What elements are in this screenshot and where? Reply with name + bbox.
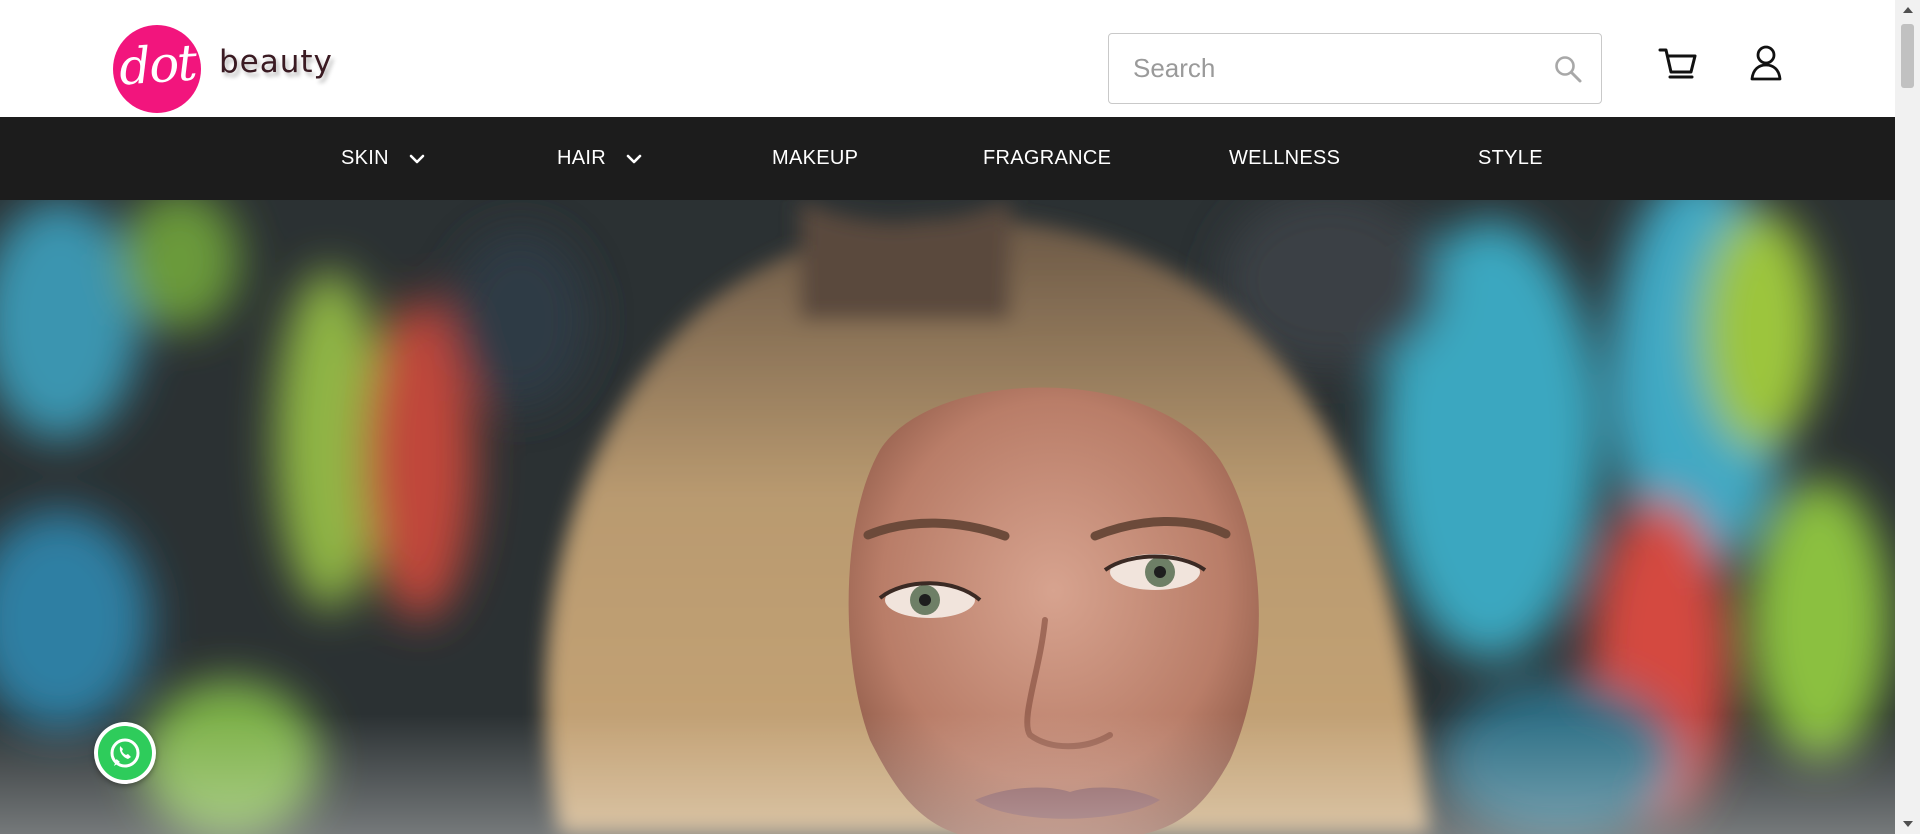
- nav-item-label: MAKEUP: [772, 147, 859, 169]
- nav-item-wellness[interactable]: WELLNESS: [1229, 117, 1340, 200]
- logo-mark[interactable]: dot: [113, 25, 201, 113]
- search-bar: [1108, 33, 1602, 104]
- nav-item-label: WELLNESS: [1229, 147, 1341, 169]
- scroll-up-arrow[interactable]: [1895, 0, 1920, 20]
- nav-item-skin[interactable]: SKIN: [341, 117, 425, 200]
- nav-item-style[interactable]: STYLE: [1478, 117, 1543, 200]
- nav-item-fragrance[interactable]: FRAGRANCE: [983, 117, 1111, 200]
- nav-item-label: FRAGRANCE: [983, 147, 1112, 169]
- scroll-thumb[interactable]: [1901, 24, 1914, 88]
- main-nav: SKIN HAIR MAKEUP FRAGRANCE WELLNESS STYL…: [0, 117, 1895, 200]
- logo-wordmark[interactable]: beauty: [219, 44, 333, 80]
- hero-banner: [0, 200, 1895, 834]
- whatsapp-icon: [98, 726, 152, 780]
- nav-item-label: STYLE: [1478, 147, 1543, 169]
- search-icon[interactable]: [1553, 54, 1583, 84]
- whatsapp-button[interactable]: [94, 722, 156, 784]
- nav-item-hair[interactable]: HAIR: [557, 117, 642, 200]
- logo-mark-text: dot: [116, 33, 198, 97]
- nav-item-label: SKIN: [341, 147, 389, 169]
- user-icon[interactable]: [1749, 44, 1783, 82]
- nav-item-makeup[interactable]: MAKEUP: [772, 117, 858, 200]
- search-input[interactable]: [1109, 34, 1529, 103]
- scroll-down-arrow[interactable]: [1895, 814, 1920, 834]
- site-header: dot beauty: [0, 0, 1895, 117]
- nav-item-label: HAIR: [557, 147, 606, 169]
- chevron-down-icon[interactable]: [409, 154, 425, 164]
- chevron-down-icon[interactable]: [626, 154, 642, 164]
- vertical-scrollbar[interactable]: [1895, 0, 1920, 834]
- cart-icon[interactable]: [1658, 46, 1698, 82]
- hero-fade-overlay: [0, 714, 1895, 834]
